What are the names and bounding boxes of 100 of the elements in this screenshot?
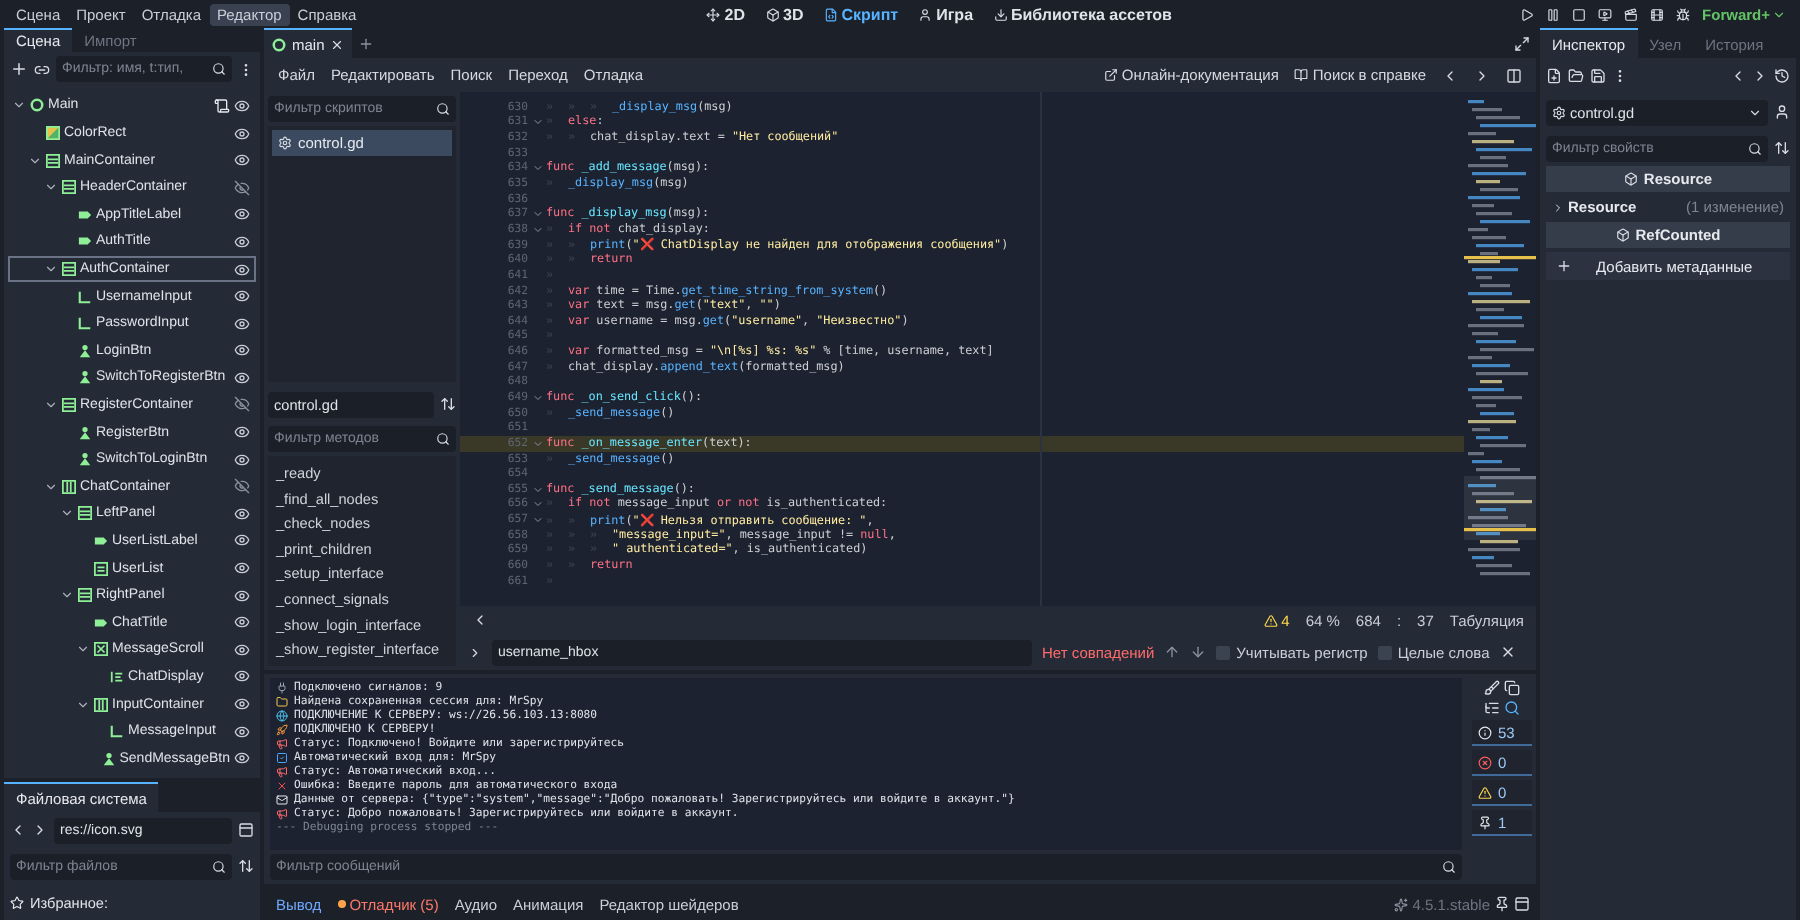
eye-icon[interactable]	[234, 560, 250, 577]
text-line-icon	[78, 316, 92, 331]
eye-off-icon[interactable]	[234, 478, 250, 495]
eye-icon[interactable]	[234, 369, 250, 386]
back-icon[interactable]	[10, 822, 26, 838]
eye-icon[interactable]	[234, 233, 250, 250]
pin-icon[interactable]	[1494, 896, 1510, 912]
film-icon	[1650, 7, 1665, 21]
button-node-icon	[78, 343, 92, 358]
sort-icon[interactable]	[1774, 140, 1790, 156]
expand-icon	[1552, 201, 1564, 213]
eye-icon[interactable]	[234, 152, 250, 169]
stack-icon	[62, 180, 76, 195]
play-icon	[1520, 7, 1535, 21]
cube-icon	[1623, 172, 1638, 186]
sort-icon[interactable]	[238, 858, 254, 874]
megaphone-icon	[276, 737, 288, 750]
new-file-icon[interactable]	[1546, 68, 1562, 84]
search-icon	[436, 102, 450, 116]
add-icon	[1556, 258, 1572, 274]
layout-icon[interactable]	[1514, 896, 1530, 912]
eye-off-icon[interactable]	[234, 396, 250, 413]
layout-icon[interactable]	[238, 822, 254, 838]
rocket-icon	[276, 723, 288, 736]
add-icon[interactable]	[10, 60, 28, 79]
close-icon[interactable]	[1499, 644, 1516, 660]
caret-icon	[1772, 7, 1786, 21]
stop-icon	[1572, 7, 1587, 21]
pin-icon	[1478, 815, 1492, 829]
eye-icon[interactable]	[234, 505, 250, 522]
scroll-icon[interactable]	[214, 97, 230, 114]
eye-icon[interactable]	[234, 532, 250, 549]
eye-icon[interactable]	[234, 261, 250, 278]
search-icon	[1442, 860, 1456, 874]
list-icon	[94, 561, 108, 576]
add-icon	[358, 35, 375, 51]
eye-icon[interactable]	[234, 696, 250, 713]
gear-icon	[1552, 105, 1566, 119]
warning-icon	[1263, 613, 1278, 627]
eye-icon[interactable]	[234, 723, 250, 740]
eye-icon[interactable]	[234, 315, 250, 332]
person-icon	[918, 7, 933, 21]
stack-icon	[78, 588, 92, 603]
bug-icon	[1676, 7, 1691, 21]
forward-icon[interactable]	[32, 822, 48, 838]
previous-icon[interactable]	[1164, 644, 1181, 660]
stack-icon	[78, 506, 92, 521]
cube-icon	[765, 7, 780, 21]
alert-dot-icon	[337, 900, 346, 908]
workspace-tab[interactable]: 3D	[755, 5, 814, 23]
eye-icon[interactable]	[234, 750, 250, 767]
megaphone-icon	[276, 808, 288, 821]
history-icon[interactable]	[1774, 68, 1790, 84]
workspace-tab[interactable]: Скрипт	[813, 5, 909, 23]
eye-icon[interactable]	[234, 125, 250, 142]
save-icon[interactable]	[1590, 68, 1606, 84]
columns-icon	[94, 697, 108, 712]
eye-icon[interactable]	[234, 206, 250, 223]
search-icon	[1748, 141, 1762, 155]
back-icon[interactable]	[1730, 68, 1746, 84]
group-icon[interactable]	[1484, 700, 1500, 716]
close-icon[interactable]	[330, 37, 345, 51]
folder-icon[interactable]	[1568, 68, 1584, 84]
eye-icon[interactable]	[234, 587, 250, 604]
pause-icon	[1546, 7, 1561, 21]
sort-icon[interactable]	[440, 396, 456, 413]
stack-icon	[46, 153, 60, 168]
workspace-tab[interactable]: 2D	[696, 5, 756, 23]
search-icon[interactable]	[1504, 700, 1520, 716]
envelope-icon	[276, 794, 288, 807]
minimap-drawing[interactable]	[1464, 100, 1536, 580]
link-icon[interactable]	[34, 61, 50, 78]
workspace-tab[interactable]: Библиотека ассетов	[983, 5, 1182, 23]
text-line-icon	[78, 289, 92, 304]
cube-icon	[1615, 228, 1630, 242]
eye-icon[interactable]	[234, 614, 250, 631]
columns-icon	[62, 479, 76, 494]
collapse-icon[interactable]	[472, 612, 488, 628]
expand-icon[interactable]	[468, 645, 482, 659]
move-icon	[706, 7, 721, 21]
search-icon	[436, 432, 450, 447]
folder-icon	[276, 695, 288, 708]
copy-icon[interactable]	[1504, 680, 1520, 696]
next-icon[interactable]	[1190, 644, 1207, 660]
search-icon	[212, 859, 226, 873]
update-icon[interactable]	[1394, 897, 1409, 911]
tag-icon	[94, 615, 108, 630]
eye-off-icon[interactable]	[234, 179, 250, 196]
script-icon	[823, 7, 838, 21]
eye-icon[interactable]	[234, 424, 250, 441]
eye-icon[interactable]	[234, 97, 250, 114]
eye-icon[interactable]	[234, 451, 250, 468]
eye-icon[interactable]	[234, 641, 250, 658]
eye-icon[interactable]	[234, 668, 250, 685]
eye-icon[interactable]	[234, 342, 250, 359]
external-link-icon	[1103, 68, 1118, 82]
forward-icon[interactable]	[1752, 68, 1768, 84]
eye-icon[interactable]	[234, 288, 250, 305]
clear-icon[interactable]	[1484, 680, 1500, 696]
workspace-tab[interactable]: Игра	[908, 5, 984, 23]
